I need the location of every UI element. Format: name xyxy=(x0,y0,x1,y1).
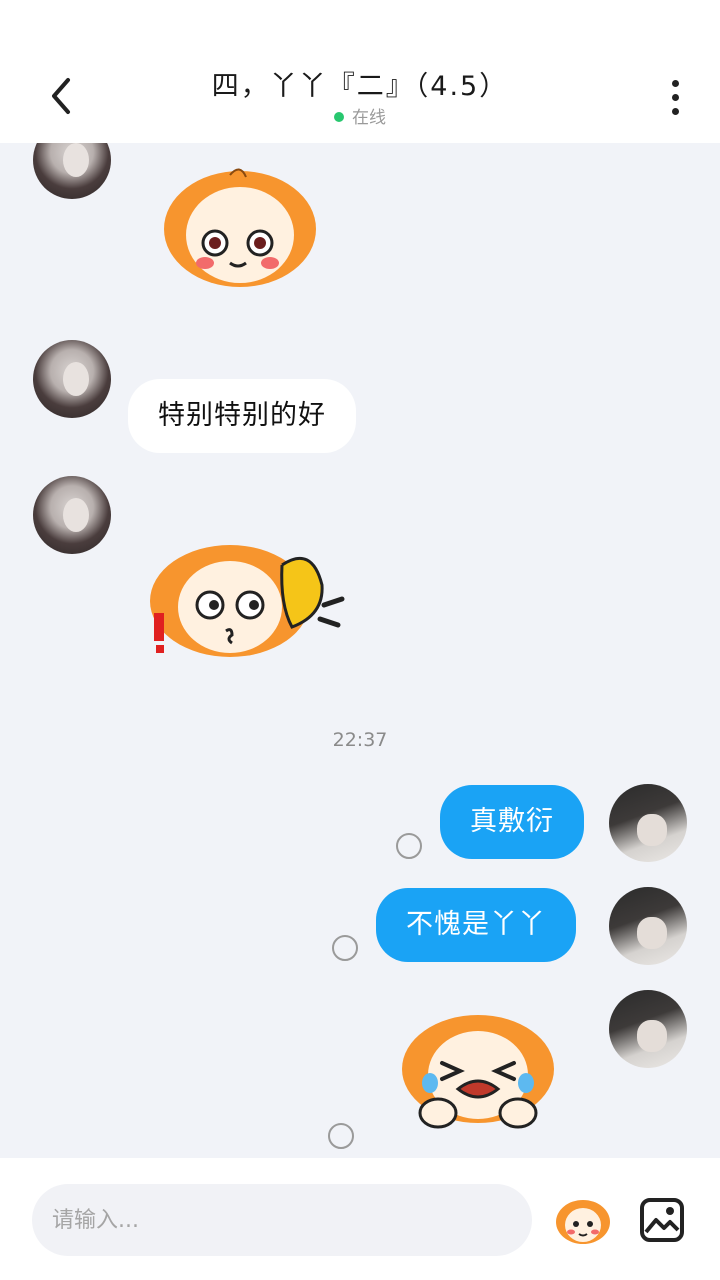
message-list[interactable]: 特别特别的好 22:37 真敷衍 不愧是丫丫 xyxy=(0,143,720,1158)
read-status-icon xyxy=(332,935,358,961)
message-input[interactable] xyxy=(32,1184,532,1256)
my-avatar[interactable] xyxy=(609,990,687,1068)
chat-title: 四，丫丫『二』（4.5） xyxy=(211,71,509,102)
my-avatar[interactable] xyxy=(609,887,687,965)
online-dot-icon xyxy=(334,112,344,122)
outgoing-message-bubble[interactable]: 真敷衍 xyxy=(440,785,584,859)
sticker-message[interactable] xyxy=(142,535,350,665)
read-status-icon xyxy=(328,1123,354,1149)
contact-avatar[interactable] xyxy=(33,476,111,554)
input-bar xyxy=(0,1158,720,1280)
sticker-face-icon xyxy=(556,1200,610,1244)
more-dot xyxy=(672,94,679,101)
image-icon xyxy=(640,1198,684,1242)
chat-header: 四，丫丫『二』（4.5） 在线 xyxy=(0,0,720,143)
contact-avatar[interactable] xyxy=(33,340,111,418)
online-status: 在线 xyxy=(0,103,720,128)
sticker-button[interactable] xyxy=(554,1192,612,1250)
more-options-button[interactable] xyxy=(660,74,692,120)
online-status-label: 在线 xyxy=(352,108,386,128)
contact-avatar[interactable] xyxy=(33,143,111,199)
more-vertical-icon xyxy=(672,80,679,87)
read-status-icon xyxy=(396,833,422,859)
more-dot xyxy=(672,108,679,115)
orange-girl-sticker-icon xyxy=(164,168,316,287)
my-avatar[interactable] xyxy=(609,784,687,862)
orange-girl-crying-sticker-icon xyxy=(402,1015,554,1129)
image-button[interactable] xyxy=(638,1196,686,1244)
incoming-message-bubble[interactable]: 特别特别的好 xyxy=(128,379,356,453)
message-timestamp: 22:37 xyxy=(332,729,388,751)
outgoing-message-bubble[interactable]: 不愧是丫丫 xyxy=(376,888,576,962)
orange-girl-listening-sticker-icon xyxy=(150,545,345,657)
sticker-message[interactable] xyxy=(398,1009,558,1133)
sticker-message[interactable] xyxy=(160,163,320,293)
